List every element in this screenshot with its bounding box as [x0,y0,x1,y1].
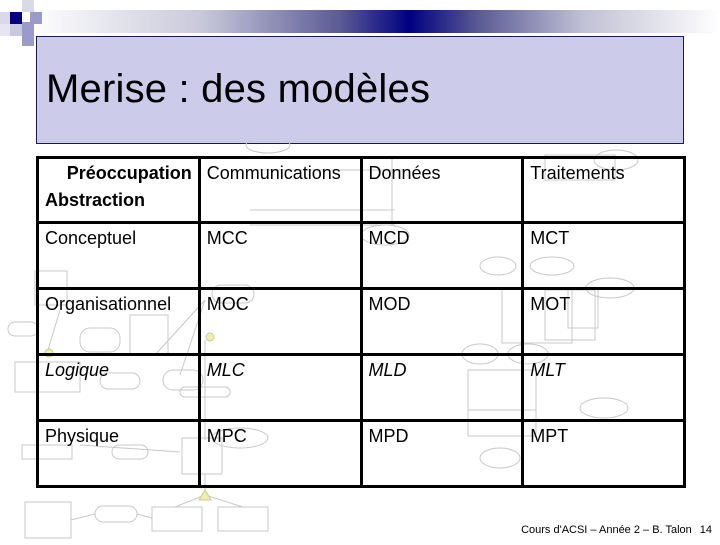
cell-mod: MOD [359,287,525,356]
cell-mpt: MPT [521,419,686,488]
row-label-physique: Physique [36,419,201,488]
column-header-donnees: Données [359,156,525,224]
column-header-traitements: Traitements [521,156,686,224]
cell-mpc: MPC [197,419,363,488]
cell-mlt: MLT [521,353,686,422]
slide-footer: Cours d'ACSI – Année 2 – B. Talon 14 [521,524,712,536]
header-gradient-bar [30,10,720,33]
logo-square [0,12,10,24]
title-box: Merise : des modèles [36,36,684,144]
row-label-conceptuel: Conceptuel [36,221,201,290]
corner-cell: Préoccupation Abstraction [36,156,201,224]
preoccupation-label: Préoccupation [66,163,192,183]
footer-text: Cours d'ACSI – Année 2 – B. Talon [521,524,692,536]
logo-square [22,34,34,46]
logo-square [10,24,22,36]
cell-mcd: MCD [359,221,525,290]
cell-mpd: MPD [359,419,525,488]
table-row: Logique MLC MLD MLT [36,353,686,422]
table-row: Physique MPC MPD MPT [36,419,686,488]
table-row: Organisationnel MOC MOD MOT [36,287,686,356]
cell-mct: MCT [521,221,686,290]
column-header-communications: Communications [197,156,363,224]
cell-moc: MOC [197,287,363,356]
table-header-row: Préoccupation Abstraction Communications… [36,156,686,224]
cell-mcc: MCC [197,221,363,290]
logo-square [0,24,10,36]
models-table: Préoccupation Abstraction Communications… [36,156,686,488]
row-label-organisationnel: Organisationnel [36,287,201,356]
cell-mot: MOT [521,287,686,356]
logo-square [22,0,34,12]
page-number: 14 [699,524,712,536]
cell-mlc: MLC [197,353,363,422]
abstraction-label: Abstraction [45,190,146,210]
slide-title: Merise : des modèles [46,67,431,111]
row-label-logique: Logique [36,353,201,422]
logo-square [22,22,34,34]
cell-mld: MLD [359,353,525,422]
table-row: Conceptuel MCC MCD MCT [36,221,686,290]
logo-square [10,12,22,24]
